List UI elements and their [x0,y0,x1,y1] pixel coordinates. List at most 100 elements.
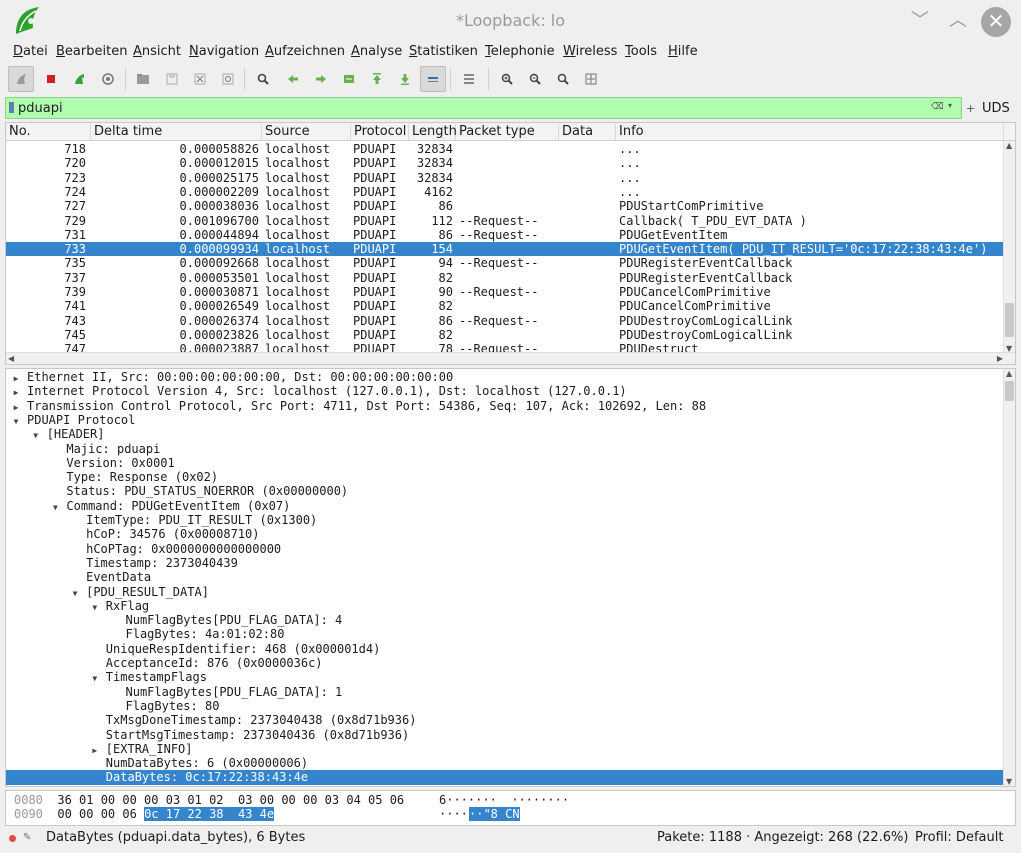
autoscroll-button[interactable] [420,66,446,92]
menu-wireless[interactable]: Wireless [563,44,617,59]
menu-ansicht[interactable]: Ansicht [133,44,181,59]
column-header-info[interactable]: Info [616,124,1004,140]
hex-ascii[interactable]: 6······· ········ [439,793,569,807]
go-forward-button[interactable] [308,66,334,92]
shark-fin-start-button[interactable] [8,66,34,92]
details-vscrollbar[interactable]: ▲ ▼ [1003,369,1015,786]
menu-aufzeichnen[interactable]: Aufzeichnen [265,44,345,59]
detail-tree-item[interactable]: ▼ PDUAPI Protocol [6,413,1004,427]
scroll-down-icon[interactable]: ▼ [1006,777,1012,786]
menu-hilfe[interactable]: Hilfe [668,44,698,59]
menu-telephonie[interactable]: Telephonie [485,44,555,59]
hex-ascii[interactable]: ···· [439,807,468,821]
zoom-out-button[interactable] [522,66,548,92]
detail-tree-item[interactable]: ItemType: PDU_IT_RESULT (0x1300) [6,513,1004,527]
first-packet-button[interactable] [364,66,390,92]
hex-bytes-selected[interactable]: 0c 17 22 38 43 4e [144,807,275,821]
detail-tree-item[interactable]: Version: 0x0001 [6,456,1004,470]
detail-tree-item[interactable]: hCoPTag: 0x0000000000000000 [6,542,1004,556]
detail-tree-item[interactable]: hCoP: 34576 (0x00008710) [6,527,1004,541]
uds-filter-button[interactable]: UDS [982,101,1010,116]
menu-navigation[interactable]: Navigation [189,44,259,59]
column-header-length[interactable]: Length [409,124,457,140]
menu-tools[interactable]: Tools [625,44,657,59]
scroll-thumb[interactable] [1005,381,1014,401]
detail-tree-item[interactable]: ▼ RxFlag [6,599,1004,613]
packet-row[interactable]: 743 0.000026374 localhost PDUAPI 86 --Request… [6,314,1004,328]
packet-row[interactable]: 724 0.000002209 localhost PDUAPI 4162... [6,185,1004,199]
detail-tree-item[interactable]: ▶ Transmission Control Protocol, Src Port… [6,399,1004,413]
detail-tree-item[interactable]: TxMsgDoneTimestamp: 2373040438 (0x8d71b9… [6,713,1004,727]
packet-row[interactable]: 729 0.001096700 localhost PDUAPI 112 --Reques… [6,214,1004,228]
minimize-icon[interactable]: ﹀ [907,9,933,35]
menu-analyse[interactable]: Analyse [351,44,402,59]
packet-list-hscrollbar[interactable]: ◀ ▶ [6,352,1015,364]
detail-tree-item[interactable]: ▼ Command: PDUGetEventItem (0x07) [6,499,1004,513]
close-window-button[interactable]: ✕ [981,7,1011,37]
scroll-up-icon[interactable]: ▲ [1006,141,1012,150]
resize-columns-button[interactable] [578,66,604,92]
hex-bytes[interactable]: 00 00 00 06 [57,807,144,821]
scroll-up-icon[interactable]: ▲ [1006,369,1012,378]
packet-row[interactable]: 739 0.000030871 localhost PDUAPI 90 --Request… [6,285,1004,299]
zoom-in-button[interactable] [494,66,520,92]
column-header-protocol[interactable]: Protocol [351,124,409,140]
status-profile[interactable]: Profil: Default [915,830,1003,845]
detail-tree-item[interactable]: UniqueRespIdentifier: 468 (0x000001d4) [6,642,1004,656]
packet-row[interactable]: 737 0.000053501 localhost PDUAPI 82 PDURegist… [6,271,1004,285]
column-header-packet-type[interactable]: Packet type [456,124,559,140]
menu-statistiken[interactable]: Statistiken [409,44,478,59]
go-to-packet-button[interactable] [336,66,362,92]
detail-tree-item[interactable]: ▶ Internet Protocol Version 4, Src: local… [6,384,1004,398]
menu-datei[interactable]: Datei [13,44,48,59]
close-file-button[interactable] [187,66,213,92]
clear-filter-icon[interactable]: ⌫ [931,101,944,113]
detail-tree-item[interactable]: Timestamp: 2373040439 [6,556,1004,570]
restart-button[interactable] [66,66,92,92]
detail-tree-item[interactable]: Type: Response (0x02) [6,470,1004,484]
detail-tree-item[interactable]: ▶ Ethernet II, Src: 00:00:00:00:00:00, Ds… [6,370,1004,384]
reload-button[interactable] [215,66,241,92]
column-header-source[interactable]: Source [262,124,351,140]
go-back-button[interactable] [280,66,306,92]
detail-tree-item[interactable]: NumFlagBytes[PDU_FLAG_DATA]: 4 [6,613,1004,627]
detail-tree-item[interactable]: ▼ [HEADER] [6,427,1004,441]
edit-comment-icon[interactable]: ✎ [23,832,31,843]
detail-tree-item[interactable]: NumFlagBytes[PDU_FLAG_DATA]: 1 [6,685,1004,699]
packet-list-vscrollbar[interactable]: ▲ ▼ [1003,141,1015,353]
packet-row[interactable]: 733 0.000099934 localhost PDUAPI 154 PDUGetEv… [6,242,1004,257]
scroll-left-icon[interactable]: ◀ [8,354,14,363]
filter-history-dropdown-icon[interactable]: ▾ [948,101,960,115]
find-packet-button[interactable] [250,66,276,92]
save-file-button[interactable] [159,66,185,92]
detail-tree-item[interactable]: ▶ [EXTRA_INFO] [6,742,1004,756]
detail-tree-item[interactable]: Majic: pduapi [6,442,1004,456]
detail-tree-item[interactable]: ▼ TimestampFlags [6,670,1004,684]
packet-row[interactable]: 723 0.000025175 localhost PDUAPI 32834... [6,171,1004,185]
detail-tree-item[interactable]: AcceptanceId: 876 (0x0000036c) [6,656,1004,670]
display-filter-input[interactable] [18,98,918,118]
packet-row[interactable]: 720 0.000012015 localhost PDUAPI 32834... [6,156,1004,170]
detail-tree-item[interactable]: FlagBytes: 4a:01:02:80 [6,627,1004,641]
detail-tree-item[interactable]: DataBytes: 0c:17:22:38:43:4e [6,770,1004,785]
packet-row[interactable]: 735 0.000092668 localhost PDUAPI 94 --Request… [6,256,1004,270]
packet-row[interactable]: 745 0.000023826 localhost PDUAPI 82 PDUDestro… [6,328,1004,342]
column-header-data[interactable]: Data [559,124,616,140]
detail-tree-item[interactable]: Status: PDU_STATUS_NOERROR (0x00000000) [6,484,1004,498]
last-packet-button[interactable] [392,66,418,92]
detail-tree-item[interactable]: NumDataBytes: 6 (0x00000006) [6,756,1004,770]
hex-row[interactable]: 0080 36 01 00 00 00 03 01 02 03 00 00 00… [14,793,569,807]
open-file-button[interactable] [130,66,156,92]
scroll-right-icon[interactable]: ▶ [997,354,1003,363]
stop-button[interactable] [38,66,64,92]
hex-bytes[interactable]: 36 01 00 00 00 03 01 02 03 00 00 00 03 0… [57,793,404,807]
packet-row[interactable]: 731 0.000044894 localhost PDUAPI 86 --Request… [6,228,1004,242]
column-header-delta-time[interactable]: Delta time [91,124,262,140]
colorize-button[interactable] [456,66,482,92]
hex-ascii-selected[interactable]: ··"8 CN [469,807,520,821]
detail-tree-item[interactable]: StartMsgTimestamp: 2373040436 (0x8d71b93… [6,728,1004,742]
maximize-icon[interactable]: ︿ [945,9,971,35]
detail-tree-item[interactable]: ▼ [PDU_RESULT_DATA] [6,585,1004,599]
detail-tree-item[interactable]: EventData [6,570,1004,584]
packet-row[interactable]: 741 0.000026549 localhost PDUAPI 82 PDUCancel… [6,299,1004,313]
